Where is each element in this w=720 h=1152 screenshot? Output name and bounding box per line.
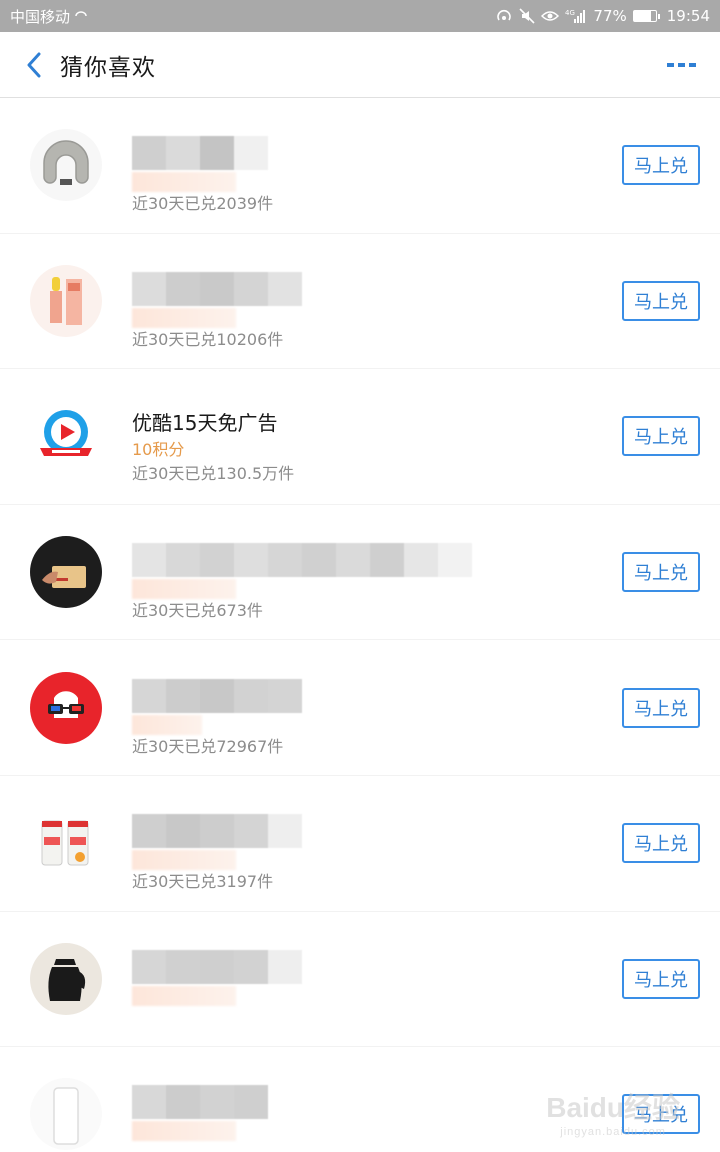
youku-logo-image (30, 400, 102, 473)
item-sales: 近30天已兑2039件 (132, 194, 274, 214)
item-points-blurred (132, 1121, 236, 1142)
hotspot-icon (495, 8, 513, 24)
list-item[interactable]: 马上兑 (0, 912, 720, 1048)
battery-percent: 77% (593, 7, 627, 25)
more-button[interactable] (662, 50, 702, 80)
list-item[interactable]: 近30天已兑72967件 马上兑 (0, 640, 720, 776)
item-sales: 近30天已兑10206件 (132, 329, 284, 349)
sim-icon (74, 10, 88, 22)
redeem-button[interactable]: 马上兑 (622, 552, 700, 593)
redeem-button[interactable]: 马上兑 (622, 687, 700, 728)
recommendation-list: 近30天已兑2039件 马上兑 近30天已兑10206件 马上兑 优酷15天免广… (0, 98, 720, 1152)
redeem-button[interactable]: 马上兑 (622, 958, 700, 999)
glasses-logo-image (30, 671, 102, 744)
eye-icon (541, 10, 560, 22)
carrier-name: 中国移动 (10, 7, 71, 26)
list-item[interactable]: 优酷15天免广告 10积分 近30天已兑130.5万件 马上兑 (0, 369, 720, 505)
svg-text:4G: 4G (565, 9, 575, 17)
lip-balm-image (30, 264, 102, 337)
item-sales: 近30天已兑673件 (132, 601, 263, 621)
list-item[interactable]: 近30天已兑10206件 马上兑 (0, 234, 720, 370)
redeem-button[interactable]: 马上兑 (622, 280, 700, 321)
item-sales: 近30天已兑72967件 (132, 736, 284, 756)
chevron-left-icon (27, 52, 41, 77)
mute-icon (519, 8, 535, 24)
back-button[interactable] (16, 43, 52, 87)
gift-card-image (30, 536, 102, 609)
clock: 19:54 (666, 7, 710, 25)
item-points-blurred (132, 172, 236, 193)
nav-left: 猜你喜欢 (16, 43, 156, 87)
status-bar: 中国移动 4G 77% 19:54 (0, 0, 720, 32)
item-points-blurred (132, 307, 236, 328)
item-points-blurred (132, 850, 236, 871)
more-dots-icon (667, 62, 696, 67)
item-sales (132, 1141, 720, 1152)
list-item[interactable]: 近30天已兑673件 马上兑 (0, 505, 720, 641)
item-points-blurred (132, 714, 202, 735)
status-right: 4G 77% 19:54 (495, 7, 710, 25)
neck-pillow-image (30, 129, 102, 202)
power-bank-image (30, 1078, 102, 1151)
vitamin-bottles-image (30, 807, 102, 880)
item-points-blurred (132, 985, 236, 1006)
signal-icon: 4G (565, 8, 587, 24)
list-item[interactable]: 近30天已兑2039件 马上兑 (0, 98, 720, 234)
redeem-button[interactable]: 马上兑 (622, 823, 700, 864)
list-item[interactable]: 马上兑 (0, 1047, 720, 1152)
nav-header: 猜你喜欢 (0, 32, 720, 98)
battery-icon (632, 10, 660, 22)
item-sales: 近30天已兑3197件 (132, 872, 274, 892)
list-item[interactable]: 近30天已兑3197件 马上兑 (0, 776, 720, 912)
status-left: 中国移动 (10, 6, 88, 27)
item-points-blurred (132, 579, 236, 600)
item-sales (132, 1006, 720, 1030)
thermos-kettle-image (30, 942, 102, 1015)
redeem-button[interactable]: 马上兑 (622, 1094, 700, 1135)
redeem-button[interactable]: 马上兑 (622, 145, 700, 186)
page-title: 猜你喜欢 (60, 54, 156, 81)
item-sales: 近30天已兑130.5万件 (132, 464, 295, 484)
redeem-button[interactable]: 马上兑 (622, 416, 700, 457)
